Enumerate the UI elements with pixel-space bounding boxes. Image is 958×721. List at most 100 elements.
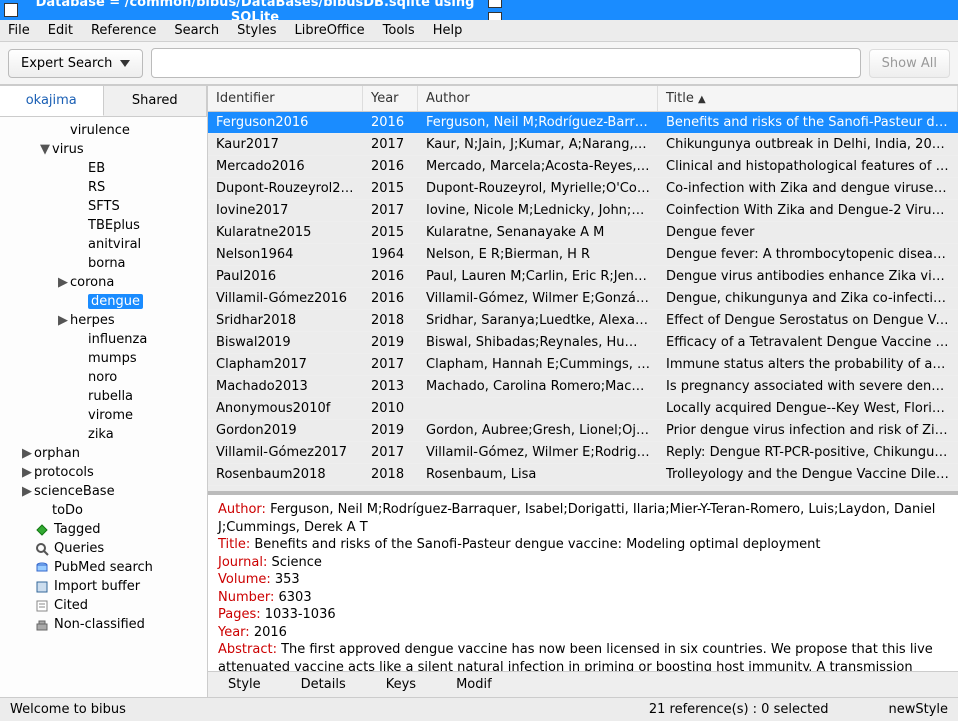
cell-au: Machado, Carolina Romero;Machado... [418, 376, 658, 397]
search-input[interactable] [151, 48, 860, 78]
cell-yr: 2016 [363, 112, 418, 133]
sidebar-tab-shared[interactable]: Shared [104, 86, 208, 116]
cell-au: Kularatne, Senanayake A M [418, 222, 658, 243]
tree-item-import-buffer[interactable]: Import buffer [0, 577, 207, 596]
tree-item-sfts[interactable]: SFTS [0, 197, 207, 216]
tree-item-virus[interactable]: ▼virus [0, 140, 207, 159]
db-icon [34, 561, 50, 575]
cell-ti: Efficacy of a Tetravalent Dengue Vaccine… [658, 332, 958, 353]
detail-pane: Author: Ferguson, Neil M;Rodríguez-Barra… [208, 491, 958, 671]
detail-tab-keys[interactable]: Keys [386, 677, 416, 692]
cell-au: Gordon, Aubree;Gresh, Lionel;Ojeda,... [418, 420, 658, 441]
table-row[interactable]: Villamil-Gómez20172017Villamil-Gómez, Wi… [208, 442, 958, 464]
menu-tools[interactable]: Tools [383, 23, 415, 38]
tree-item-mumps[interactable]: mumps [0, 349, 207, 368]
cell-ti: Benefits and risks of the Sanofi-Pasteur… [658, 112, 958, 133]
table-row[interactable]: Clapham20172017Clapham, Hannah E;Cumming… [208, 354, 958, 376]
column-year[interactable]: Year [363, 86, 418, 111]
tree-item-tbeplus[interactable]: TBEplus [0, 216, 207, 235]
tree-item-dengue[interactable]: dengue [0, 292, 207, 311]
cell-yr: 2018 [363, 464, 418, 485]
disclosure-triangle-icon[interactable]: ▶ [56, 313, 70, 328]
column-author[interactable]: Author [418, 86, 658, 111]
cell-au: Kaur, N;Jain, J;Kumar, A;Narang, M;Z... [418, 134, 658, 155]
tree-item-cited[interactable]: Cited [0, 596, 207, 615]
cell-au: Clapham, Hannah E;Cummings, Der... [418, 354, 658, 375]
tree-item-herpes[interactable]: ▶herpes [0, 311, 207, 330]
table-row[interactable]: Paul20162016Paul, Lauren M;Carlin, Eric … [208, 266, 958, 288]
table-row[interactable]: Gordon20192019Gordon, Aubree;Gresh, Lion… [208, 420, 958, 442]
show-all-button[interactable]: Show All [869, 49, 950, 78]
table-row[interactable]: Machado20132013Machado, Carolina Romero;… [208, 376, 958, 398]
menu-file[interactable]: File [8, 23, 30, 38]
minimize-window-button[interactable]: – [488, 0, 502, 8]
detail-tab-details[interactable]: Details [301, 677, 346, 692]
tree-item-influenza[interactable]: influenza [0, 330, 207, 349]
tag-icon [34, 523, 50, 537]
disclosure-triangle-icon[interactable]: ▶ [20, 446, 34, 461]
tree-item-eb[interactable]: EB [0, 159, 207, 178]
table-row[interactable]: Dupont-Rouzeyrol20152015Dupont-Rouzeyrol… [208, 178, 958, 200]
disclosure-triangle-icon[interactable]: ▼ [38, 142, 52, 157]
table-row[interactable]: Iovine20172017Iovine, Nicole M;Lednicky,… [208, 200, 958, 222]
tree-item-pubmed-search[interactable]: PubMed search [0, 558, 207, 577]
tree-item-corona[interactable]: ▶corona [0, 273, 207, 292]
expert-search-button[interactable]: Expert Search [8, 49, 143, 78]
chevron-down-icon [120, 60, 130, 67]
tree-item-rs[interactable]: RS [0, 178, 207, 197]
table-row[interactable]: Mercado20162016Mercado, Marcela;Acosta-R… [208, 156, 958, 178]
tree-item-non-classified[interactable]: Non-classified [0, 615, 207, 634]
detail-tab-modif[interactable]: Modif [456, 677, 492, 692]
tree-item-noro[interactable]: noro [0, 368, 207, 387]
tree-item-label: rubella [88, 389, 133, 404]
tree-item-borna[interactable]: borna [0, 254, 207, 273]
cell-ti: Dengue, chikungunya and Zika co-infectio… [658, 288, 958, 309]
tree-item-protocols[interactable]: ▶protocols [0, 463, 207, 482]
close-window-button[interactable]: × [4, 3, 18, 17]
table-row[interactable]: Kaur20172017Kaur, N;Jain, J;Kumar, A;Nar… [208, 134, 958, 156]
tree-item-todo[interactable]: toDo [0, 501, 207, 520]
column-identifier[interactable]: Identifier [208, 86, 363, 111]
tree-item-sciencebase[interactable]: ▶scienceBase [0, 482, 207, 501]
status-bar: Welcome to bibus 21 reference(s) : 0 sel… [0, 697, 958, 721]
cell-yr: 1964 [363, 244, 418, 265]
menu-search[interactable]: Search [174, 23, 219, 38]
menu-libreoffice[interactable]: LibreOffice [295, 23, 365, 38]
disclosure-triangle-icon[interactable]: ▶ [20, 484, 34, 499]
tree-item-rubella[interactable]: rubella [0, 387, 207, 406]
tree-item-orphan[interactable]: ▶orphan [0, 444, 207, 463]
tree-item-queries[interactable]: Queries [0, 539, 207, 558]
category-tree[interactable]: virulence▼virusEBRSSFTS TBEplus anitviralb… [0, 117, 207, 697]
column-title[interactable]: Title ▲ [658, 86, 958, 111]
table-row[interactable]: Sridhar20182018Sridhar, Saranya;Luedtke,… [208, 310, 958, 332]
menu-styles[interactable]: Styles [237, 23, 276, 38]
cell-ti: Clinical and histopathological features … [658, 156, 958, 177]
table-row[interactable]: Biswal20192019Biswal, Shibadas;Reynales,… [208, 332, 958, 354]
tree-item-label: protocols [34, 465, 94, 480]
tree-item-virome[interactable]: virome [0, 406, 207, 425]
tree-item-zika[interactable]: zika [0, 425, 207, 444]
table-row[interactable]: Rosenbaum20182018Rosenbaum, LisaTrolleyo… [208, 464, 958, 486]
tree-item-label: TBEplus [88, 218, 140, 233]
table-row[interactable]: Kularatne20152015Kularatne, Senanayake A… [208, 222, 958, 244]
tree-item-virulence[interactable]: virulence [0, 121, 207, 140]
cell-id: Mercado2016 [208, 156, 363, 177]
tree-item-tagged[interactable]: Tagged [0, 520, 207, 539]
cell-yr: 2015 [363, 178, 418, 199]
disclosure-triangle-icon[interactable]: ▶ [20, 465, 34, 480]
tree-item-label: Non-classified [54, 617, 145, 632]
menu-reference[interactable]: Reference [91, 23, 156, 38]
cited-icon [34, 599, 50, 613]
table-row[interactable]: Villamil-Gómez20162016Villamil-Gómez, Wi… [208, 288, 958, 310]
sort-ascending-icon: ▲ [698, 94, 706, 105]
sidebar-tab-user[interactable]: okajima [0, 86, 104, 116]
detail-tab-style[interactable]: Style [228, 677, 261, 692]
menu-edit[interactable]: Edit [48, 23, 73, 38]
tree-item-label: toDo [52, 503, 83, 518]
table-row[interactable]: Anonymous2010f2010Locally acquired Dengu… [208, 398, 958, 420]
disclosure-triangle-icon[interactable]: ▶ [56, 275, 70, 290]
menu-help[interactable]: Help [433, 23, 463, 38]
table-row[interactable]: Ferguson20162016Ferguson, Neil M;Rodrígu… [208, 112, 958, 134]
tree-item-anitviral[interactable]: anitviral [0, 235, 207, 254]
table-row[interactable]: Nelson19641964Nelson, E R;Bierman, H RDe… [208, 244, 958, 266]
